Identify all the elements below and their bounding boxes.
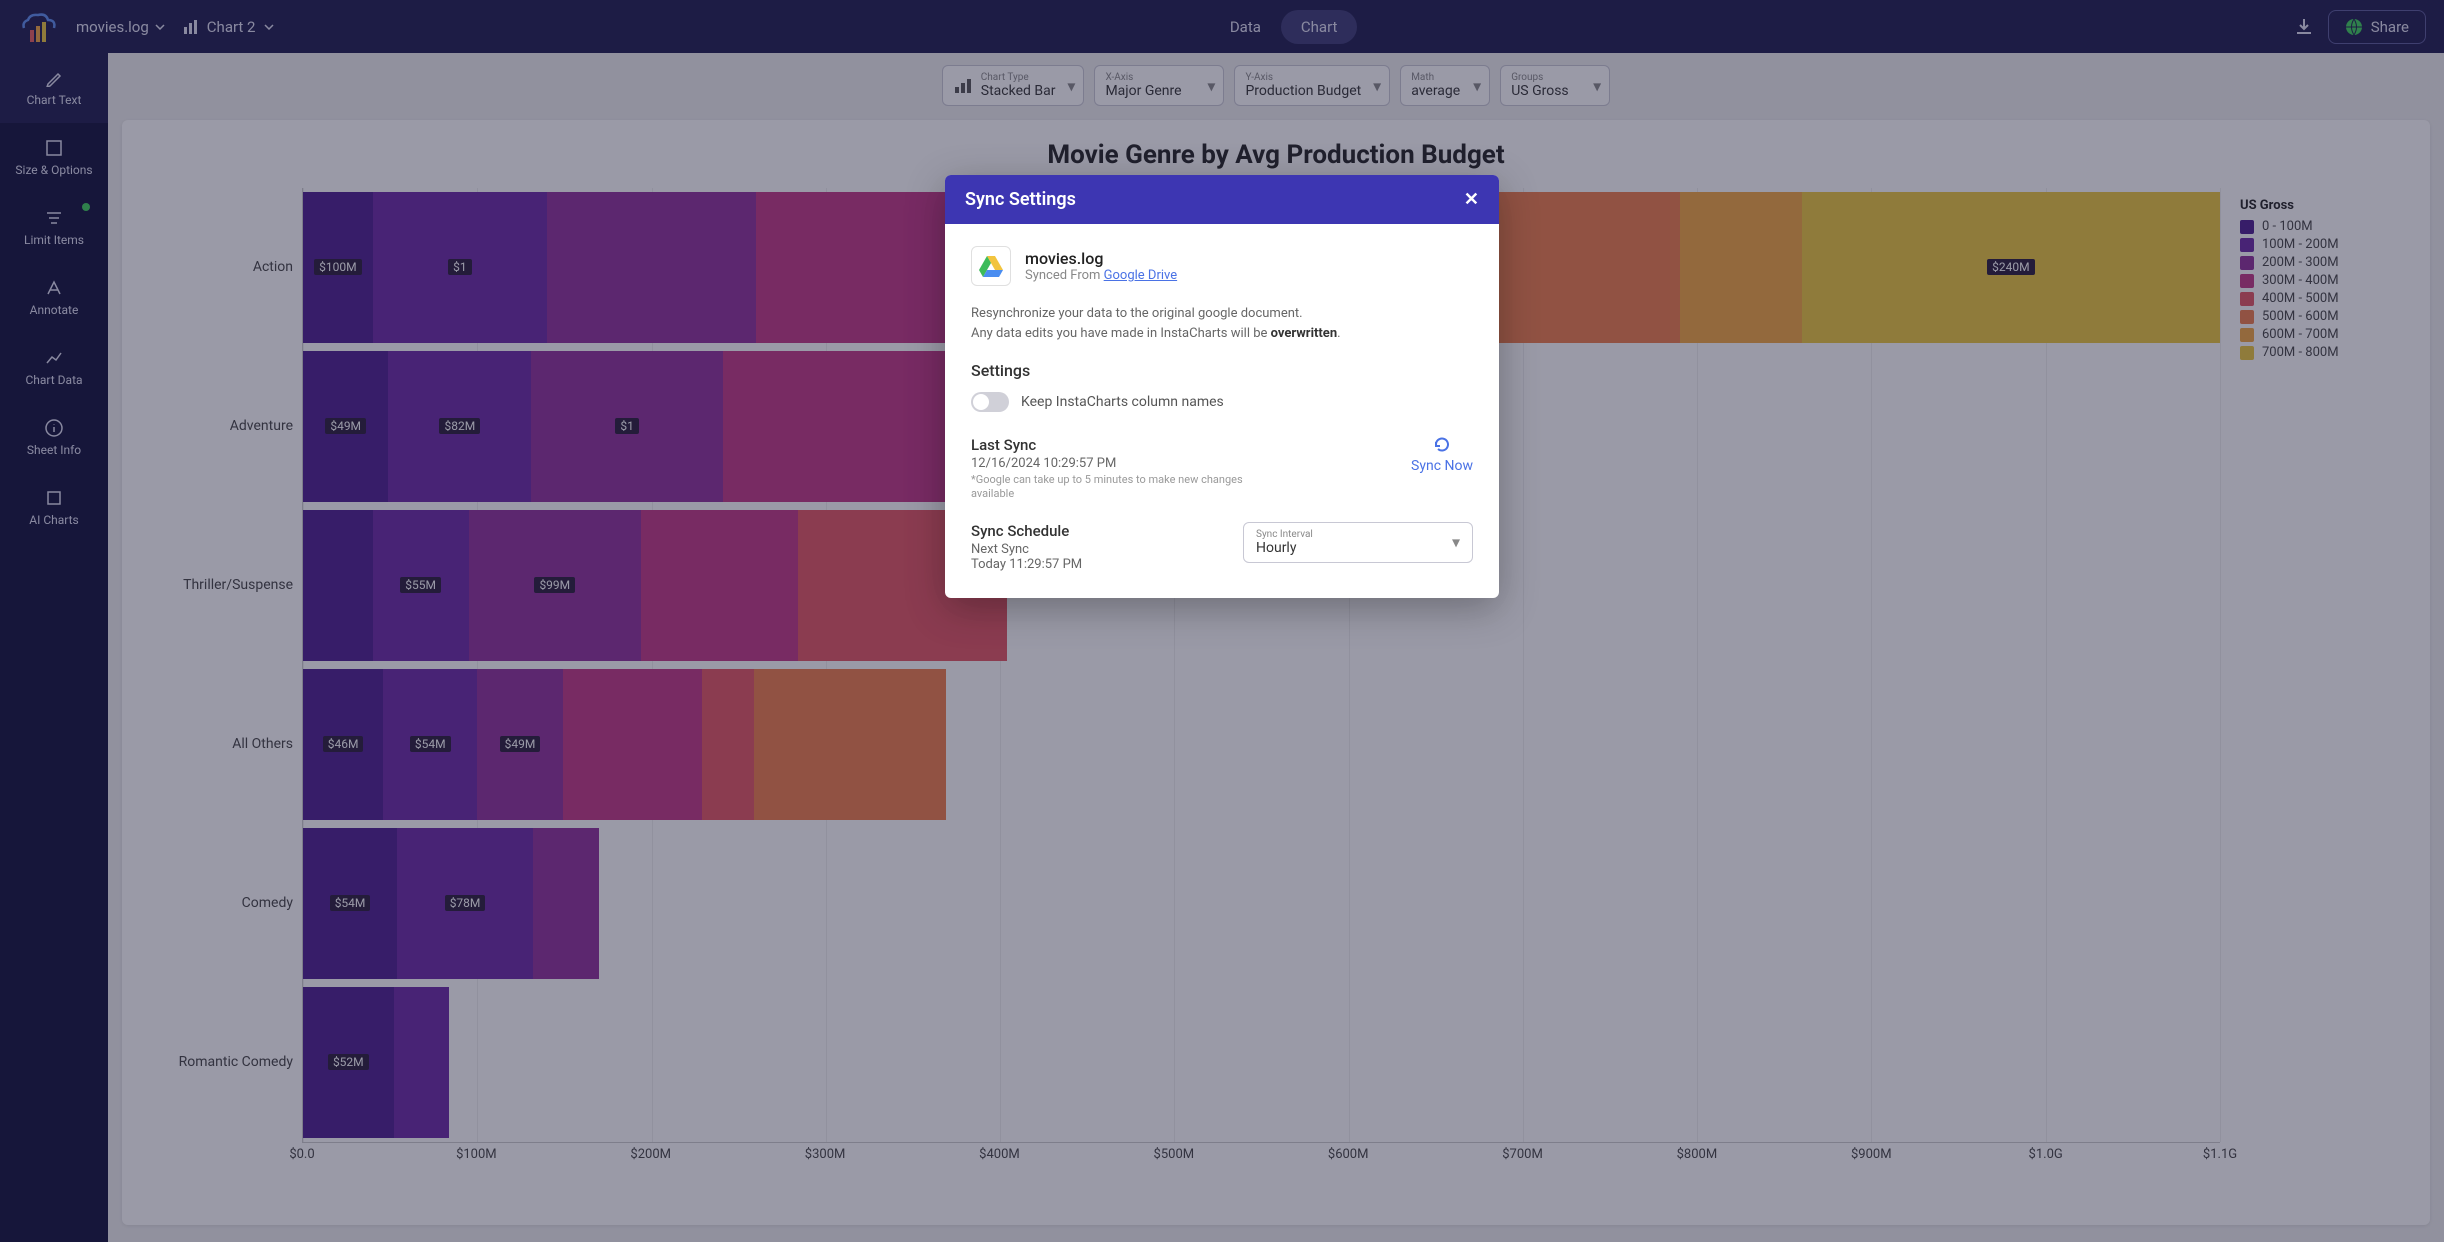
synced-from: Synced From Google Drive bbox=[1025, 268, 1177, 283]
toggle-label: Keep InstaCharts column names bbox=[1021, 394, 1224, 410]
sync-now-label: Sync Now bbox=[1411, 458, 1473, 474]
sync-interval-select[interactable]: Sync Interval Hourly ▾ bbox=[1243, 522, 1473, 563]
chevron-down-icon: ▾ bbox=[1452, 533, 1460, 552]
sync-schedule-heading: Sync Schedule bbox=[971, 522, 1082, 540]
last-sync-note: *Google can take up to 5 minutes to make… bbox=[971, 473, 1251, 502]
last-sync-heading: Last Sync bbox=[971, 436, 1251, 454]
refresh-icon bbox=[1433, 436, 1451, 454]
sync-now-button[interactable]: Sync Now bbox=[1411, 436, 1473, 474]
interval-label: Sync Interval bbox=[1256, 529, 1460, 540]
last-sync-section: Last Sync 12/16/2024 10:29:57 PM *Google… bbox=[971, 436, 1251, 502]
sync-settings-modal: Sync Settings ✕ movies.log Synced From G… bbox=[945, 175, 1499, 598]
last-sync-timestamp: 12/16/2024 10:29:57 PM bbox=[971, 456, 1251, 471]
google-drive-icon bbox=[971, 246, 1011, 286]
close-icon[interactable]: ✕ bbox=[1464, 189, 1479, 210]
next-sync-label: Next Sync bbox=[971, 542, 1082, 557]
sync-schedule-section: Sync Schedule Next Sync Today 11:29:57 P… bbox=[971, 522, 1082, 572]
resync-description: Resynchronize your data to the original … bbox=[971, 304, 1473, 343]
settings-heading: Settings bbox=[971, 361, 1473, 380]
modal-header: Sync Settings ✕ bbox=[945, 175, 1499, 224]
google-drive-link[interactable]: Google Drive bbox=[1104, 268, 1177, 283]
modal-overlay[interactable]: Sync Settings ✕ movies.log Synced From G… bbox=[0, 0, 2444, 1242]
modal-title: Sync Settings bbox=[965, 189, 1076, 210]
next-sync-timestamp: Today 11:29:57 PM bbox=[971, 557, 1082, 572]
sync-file-name: movies.log bbox=[1025, 249, 1177, 268]
interval-value: Hourly bbox=[1256, 540, 1460, 556]
keep-column-names-toggle[interactable] bbox=[971, 392, 1009, 412]
